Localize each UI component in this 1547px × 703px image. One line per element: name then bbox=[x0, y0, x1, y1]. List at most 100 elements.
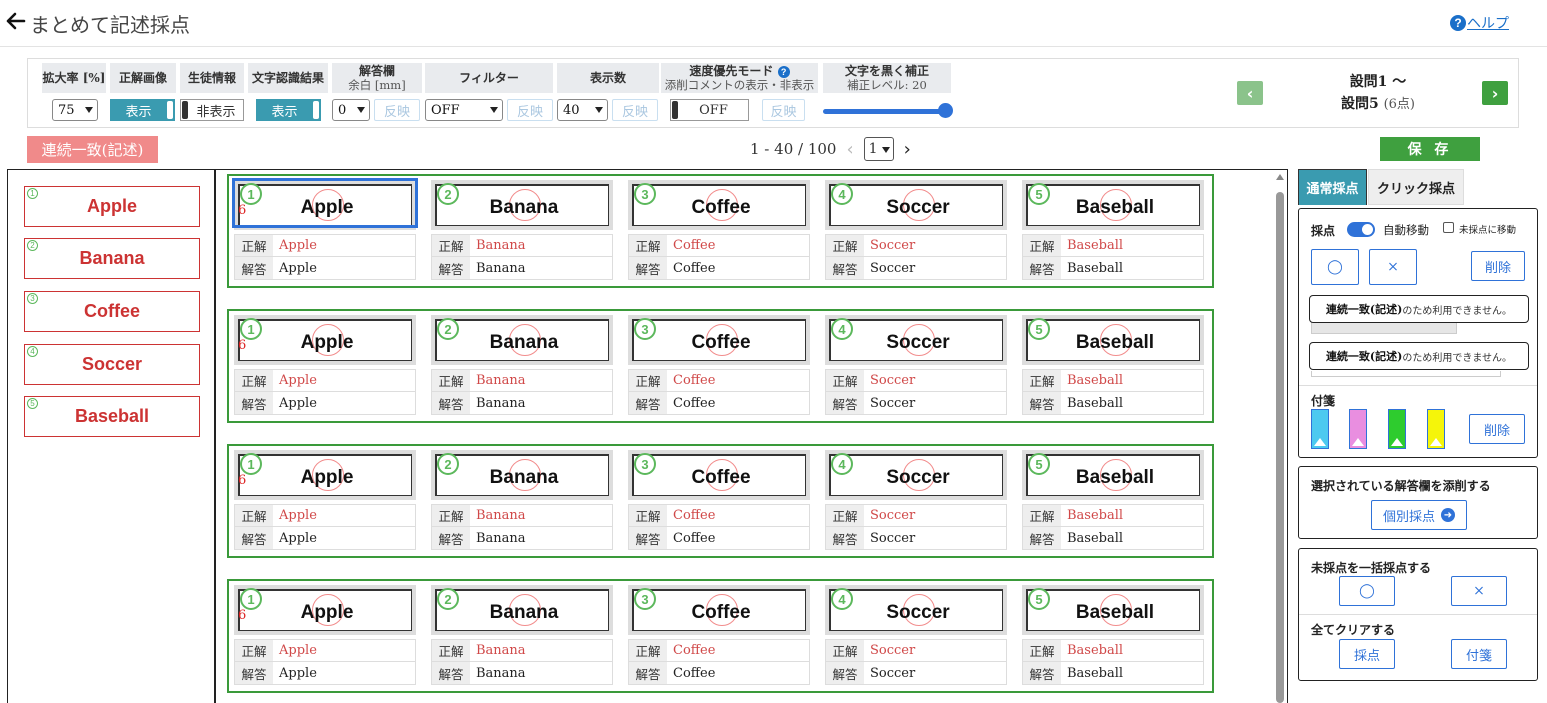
answer-image[interactable]: Banana 2 bbox=[431, 585, 613, 635]
ocr-show-toggle[interactable]: 表示 bbox=[256, 99, 321, 121]
scroll-thumb[interactable] bbox=[1276, 192, 1284, 703]
answer-image[interactable]: Coffee 3 bbox=[628, 585, 810, 635]
count-header: 表示数 bbox=[557, 63, 659, 93]
correct-row: 正解 Baseball bbox=[1023, 370, 1203, 392]
selected-frame bbox=[232, 178, 418, 228]
answer-image[interactable]: Coffee 3 bbox=[628, 180, 810, 230]
tab-click-scoring[interactable]: クリック採点 bbox=[1368, 169, 1464, 205]
answer-value: Coffee bbox=[673, 530, 716, 546]
sticky-note-icon[interactable] bbox=[1311, 409, 1329, 449]
answer-image[interactable]: Apple 1 6 bbox=[234, 450, 416, 500]
student-info-hide-toggle[interactable]: 非表示 bbox=[180, 99, 244, 121]
answer-label: 解答 bbox=[235, 527, 273, 549]
answer-image[interactable]: Banana 2 bbox=[431, 450, 613, 500]
back-arrow-icon[interactable] bbox=[6, 11, 26, 31]
correct-row: 正解 Coffee bbox=[629, 640, 809, 662]
tab-normal-scoring[interactable]: 通常採点 bbox=[1298, 169, 1367, 205]
answer-image[interactable]: Soccer 4 bbox=[825, 585, 1007, 635]
answer-label: 解答 bbox=[1023, 662, 1061, 684]
question-number-badge: 5 bbox=[1028, 588, 1050, 610]
question-number-badge: 4 bbox=[831, 588, 853, 610]
answer-value: Coffee bbox=[673, 260, 716, 276]
auto-move-toggle[interactable] bbox=[1347, 222, 1375, 237]
speed-mode-apply-button[interactable]: 反映 bbox=[762, 99, 805, 121]
move-unscored-checkbox[interactable] bbox=[1443, 222, 1454, 233]
save-button[interactable]: 保 存 bbox=[1380, 137, 1480, 161]
answer-image[interactable]: Coffee 3 bbox=[628, 315, 810, 365]
answer-image[interactable]: Soccer 4 bbox=[825, 315, 1007, 365]
speed-mode-toggle[interactable]: OFF bbox=[670, 99, 749, 121]
correct-answer-item[interactable]: 4 Soccer bbox=[24, 344, 200, 385]
page-select[interactable]: 1 bbox=[863, 137, 894, 161]
answer-label: 解答 bbox=[629, 662, 667, 684]
clear-sticky-button[interactable]: 付箋 bbox=[1451, 639, 1507, 669]
answer-image[interactable]: Baseball 5 bbox=[1022, 315, 1204, 365]
correct-answer-item[interactable]: 2 Banana bbox=[24, 238, 200, 279]
correct-label: 正解 bbox=[826, 235, 864, 256]
correct-label: 正解 bbox=[432, 505, 470, 526]
answer-image[interactable]: Soccer 4 bbox=[825, 450, 1007, 500]
delete-sticky-button[interactable]: 削除 bbox=[1469, 414, 1525, 444]
circle-mark-button[interactable]: ◯ bbox=[1311, 249, 1359, 285]
divider bbox=[1299, 614, 1537, 615]
answer-value: Soccer bbox=[870, 395, 916, 411]
correct-answer-item[interactable]: 3 Coffee bbox=[24, 291, 200, 332]
sticky-note-icon[interactable] bbox=[1388, 409, 1406, 449]
bulk-cross-button[interactable]: × bbox=[1451, 576, 1507, 606]
answer-image-frame: Apple bbox=[238, 454, 412, 496]
answer-image[interactable]: Apple 1 6 bbox=[234, 585, 416, 635]
answer-image[interactable]: Baseball 5 bbox=[1022, 180, 1204, 230]
answer-value: Coffee bbox=[673, 395, 716, 411]
auto-move-label: 自動移動 bbox=[1383, 223, 1429, 237]
correct-answer-item[interactable]: 1 Apple bbox=[24, 186, 200, 227]
chevron-left-icon[interactable]: ‹ bbox=[846, 139, 853, 160]
filter-select[interactable]: OFF bbox=[425, 99, 503, 121]
answer-image[interactable]: Baseball 5 bbox=[1022, 585, 1204, 635]
sticky-note-icon[interactable] bbox=[1349, 409, 1367, 449]
prev-question-button[interactable]: ‹ bbox=[1237, 81, 1263, 105]
correct-image-show-toggle[interactable]: 表示 bbox=[110, 99, 175, 121]
answer-image[interactable]: Baseball 5 bbox=[1022, 450, 1204, 500]
question-number-badge: 2 bbox=[437, 183, 459, 205]
clear-title: 全てクリアする bbox=[1311, 623, 1396, 637]
answer-image[interactable]: Coffee 3 bbox=[628, 450, 810, 500]
individual-scoring-button[interactable]: 個別採点 ➜ bbox=[1371, 500, 1467, 530]
next-question-button[interactable]: › bbox=[1482, 81, 1508, 105]
answer-value: Coffee bbox=[673, 665, 716, 681]
answer-image-frame: Baseball bbox=[1026, 589, 1200, 631]
question-number-badge: 1 bbox=[240, 453, 262, 475]
darken-slider-thumb[interactable] bbox=[938, 103, 953, 118]
answer-image[interactable]: Apple 1 6 bbox=[234, 315, 416, 365]
question-number-badge: 3 bbox=[634, 588, 656, 610]
correct-answer-item[interactable]: 5 Baseball bbox=[24, 396, 200, 437]
answer-value: Baseball bbox=[1067, 260, 1124, 276]
zoom-select[interactable]: 75 bbox=[52, 99, 98, 121]
bulk-circle-button[interactable]: ◯ bbox=[1339, 576, 1395, 606]
answer-key-table: 正解 Coffee 解答 Coffee bbox=[628, 639, 810, 685]
filter-apply-button[interactable]: 反映 bbox=[507, 99, 553, 121]
app-header: まとめて記述採点 ? ヘルプ bbox=[0, 0, 1547, 47]
answer-label: 解答 bbox=[1023, 527, 1061, 549]
cross-mark-button[interactable]: × bbox=[1369, 249, 1417, 285]
chevron-right-icon[interactable]: › bbox=[904, 139, 911, 160]
answer-key-table: 正解 Apple 解答 Apple bbox=[234, 234, 416, 280]
answer-image-frame: Apple bbox=[238, 589, 412, 631]
answer-image[interactable]: Soccer 4 bbox=[825, 180, 1007, 230]
count-select[interactable]: 40 bbox=[557, 99, 608, 121]
help-icon[interactable]: ? bbox=[777, 66, 790, 78]
answer-key-table: 正解 Soccer 解答 Soccer bbox=[825, 234, 1007, 280]
answer-label: 解答 bbox=[432, 662, 470, 684]
delete-mark-button[interactable]: 削除 bbox=[1471, 251, 1525, 281]
margin-apply-button[interactable]: 反映 bbox=[374, 99, 420, 121]
sticky-note-icon[interactable] bbox=[1427, 409, 1445, 449]
answer-value: Banana bbox=[476, 530, 526, 546]
darken-slider-track[interactable] bbox=[823, 109, 947, 114]
scroll-up-icon[interactable] bbox=[1276, 174, 1284, 180]
margin-select[interactable]: 0 bbox=[332, 99, 370, 121]
clear-score-button[interactable]: 採点 bbox=[1339, 639, 1395, 669]
answer-image[interactable]: Banana 2 bbox=[431, 180, 613, 230]
count-apply-button[interactable]: 反映 bbox=[612, 99, 658, 121]
help-link[interactable]: ? ヘルプ bbox=[1450, 13, 1509, 33]
correct-label: 正解 bbox=[629, 235, 667, 256]
answer-image[interactable]: Banana 2 bbox=[431, 315, 613, 365]
